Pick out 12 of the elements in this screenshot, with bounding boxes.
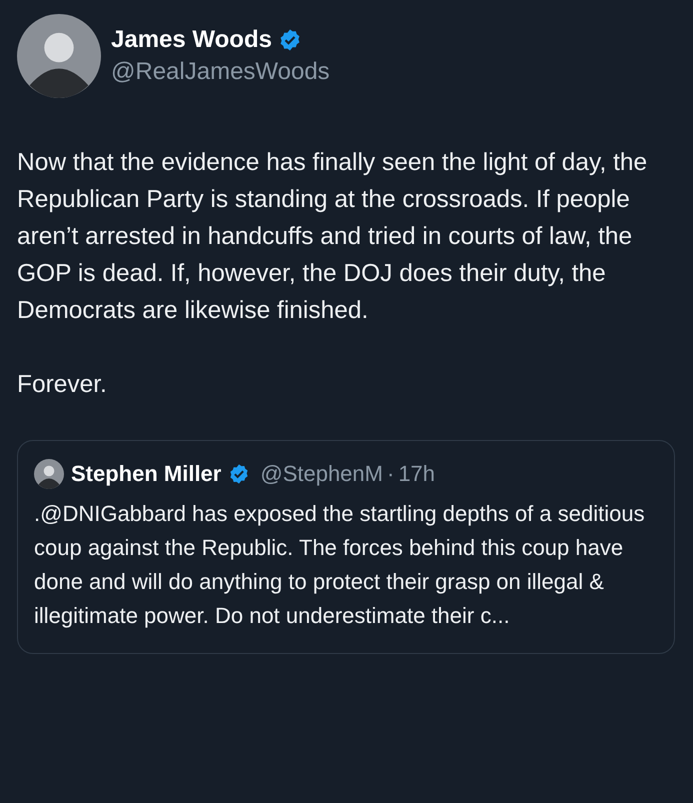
timestamp[interactable]: 17h — [398, 461, 436, 487]
tweet-text: Forever. — [17, 370, 108, 400]
author-handle[interactable]: @RealJamesWoods — [111, 58, 330, 86]
avatar[interactable] — [34, 459, 64, 489]
separator: · — [386, 461, 394, 487]
author-handle[interactable]: @StephenM — [260, 461, 383, 487]
author-name[interactable]: Stephen Miller — [71, 461, 222, 487]
avatar[interactable] — [17, 14, 101, 98]
quoted-tweet-text: .@DNIGabbard has exposed the startling depths of a seditious coup against the Republic. The forces behind this coup have done and will do anything to protect their grasp on illegal & illegitimate power. Do not underestimate their c... — [34, 500, 646, 630]
author-name[interactable]: James Woods — [111, 26, 272, 54]
tweet-text: Now that the evidence has finally seen the light of day, the Republican Party is standing at the crossroads. If people aren’t arrested in handcuffs and tried in courts of law, the GOP is dead. If, however, the DOJ does their duty, the Democrats are likewise finished. — [17, 148, 648, 326]
quoted-tweet-card[interactable] — [17, 440, 675, 654]
